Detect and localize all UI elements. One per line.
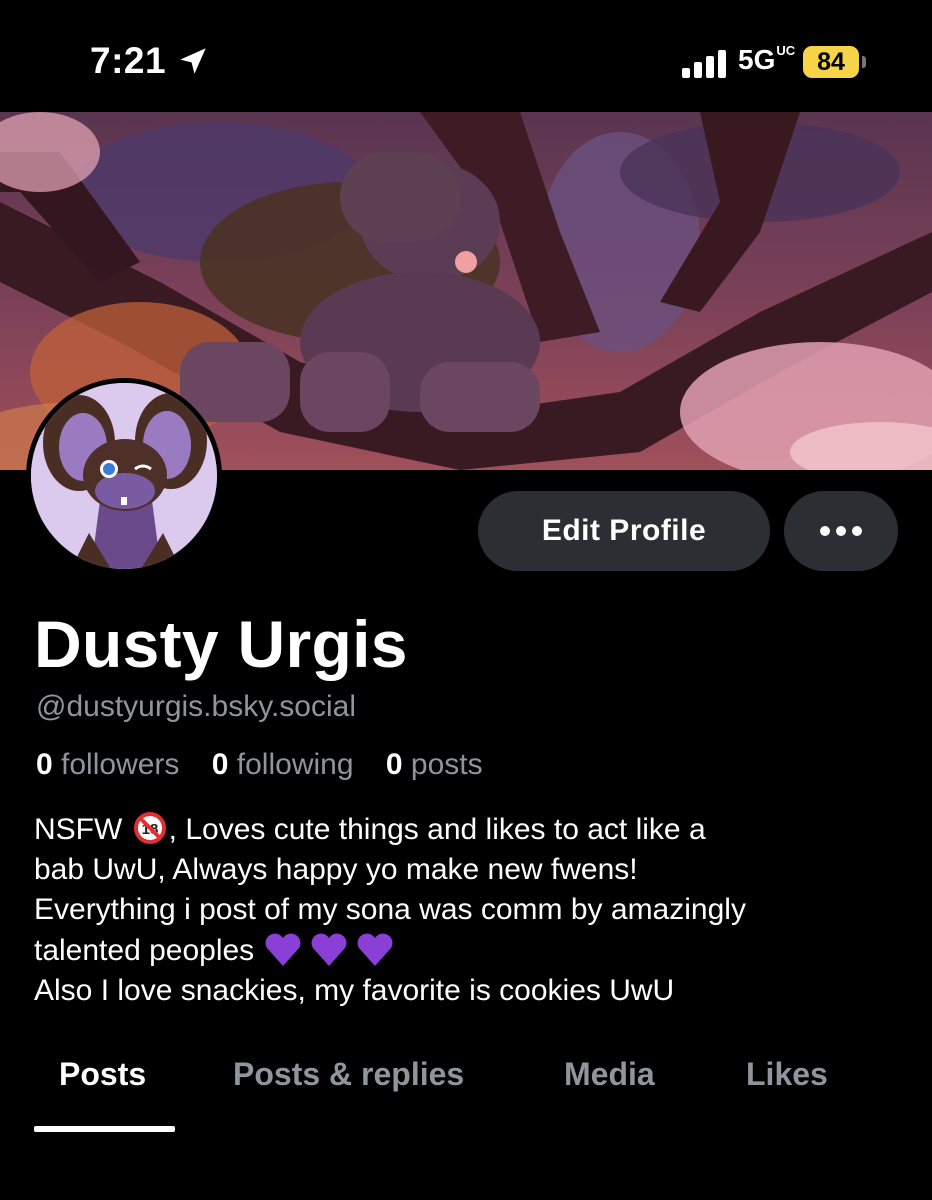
more-options-button[interactable] (784, 491, 898, 571)
bio-line: NSFW 18, Loves cute things and likes to … (34, 812, 706, 846)
tab-likes[interactable]: Likes (746, 1056, 828, 1093)
followers-count: 0 (36, 748, 53, 781)
tab-posts[interactable]: Posts (59, 1056, 146, 1093)
signal-bars-icon (682, 50, 726, 78)
following-count: 0 (211, 748, 229, 781)
avatar-image (31, 383, 217, 569)
no-one-under-eighteen-icon: 18 (133, 812, 166, 844)
tab-media[interactable]: Media (564, 1056, 655, 1093)
posts-count: 0 (385, 748, 403, 781)
profile-bio: NSFW 18, Loves cute things and likes to … (34, 810, 914, 1011)
display-name: Dusty Urgis (34, 607, 408, 681)
more-dots-icon (852, 526, 862, 536)
battery-icon: 84 (803, 46, 859, 78)
profile-handle: @dustyurgis.bsky.social (36, 690, 357, 723)
bio-line: Everything i post of my sona was comm by… (34, 893, 746, 926)
bio-line: Also I love snackies, my favorite is coo… (34, 974, 675, 1007)
followers-link[interactable]: 0 followers (36, 748, 179, 781)
tab-posts-and-replies[interactable]: Posts & replies (233, 1056, 464, 1093)
profile-stats: 0 followers 0 following 0 posts (36, 748, 507, 782)
location-arrow-icon (180, 48, 206, 74)
active-tab-indicator (34, 1126, 175, 1132)
posts-label: posts (410, 748, 483, 781)
edit-profile-button[interactable]: Edit Profile (478, 491, 770, 571)
profile-tabs: Posts Posts & replies Media Likes (0, 1040, 932, 1132)
network-indicator: 5GUC (738, 43, 796, 75)
following-label: following (236, 748, 354, 781)
more-dots-icon (820, 526, 830, 536)
battery-cap (862, 56, 866, 68)
posts-count-stat: 0 posts (386, 748, 483, 781)
purple-heart-icon (357, 933, 392, 966)
bio-line: bab UwU, Always happy yo make new fwens! (34, 853, 638, 886)
status-time: 7:21 (90, 40, 167, 81)
bio-line: talented peoples (34, 930, 914, 971)
more-dots-icon (836, 526, 846, 536)
followers-label: followers (61, 748, 180, 781)
purple-heart-icon (311, 933, 346, 966)
avatar[interactable] (26, 378, 222, 574)
status-bar: 7:21 5GUC 84 (0, 0, 932, 112)
following-link[interactable]: 0 following (212, 748, 354, 781)
purple-heart-icon (265, 933, 300, 966)
